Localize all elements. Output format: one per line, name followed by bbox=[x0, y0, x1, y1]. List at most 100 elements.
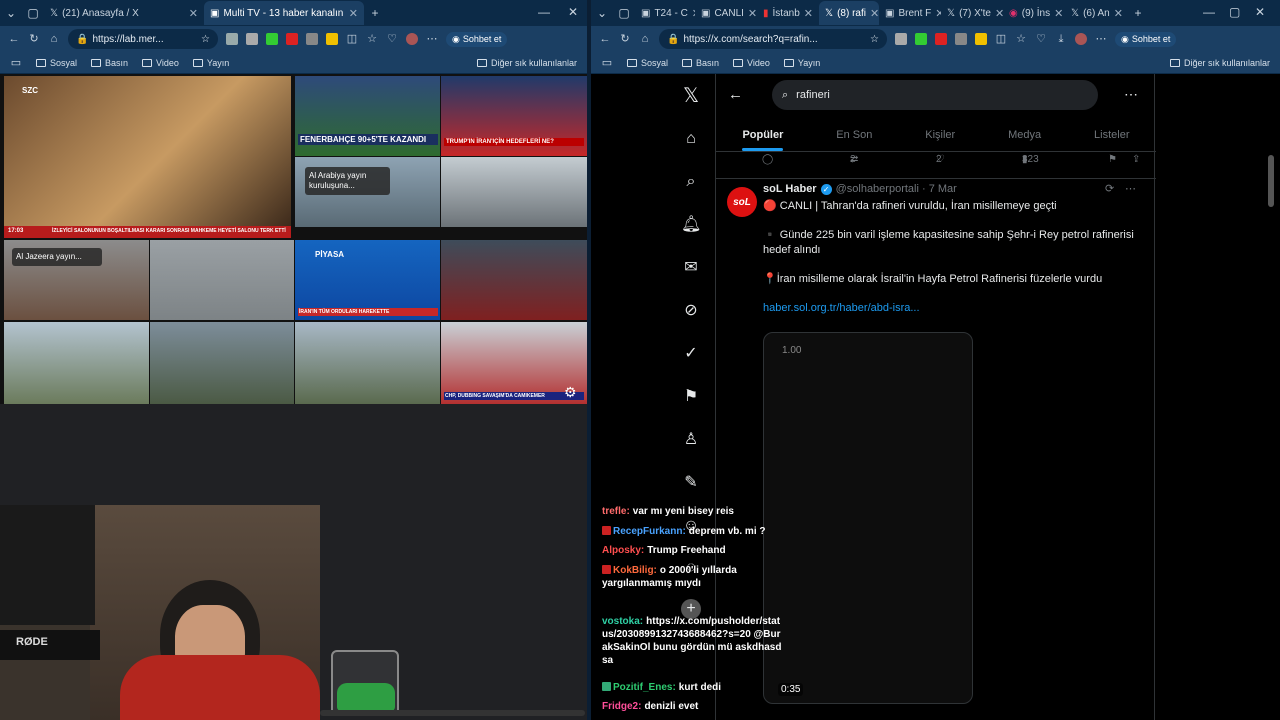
extension-icon[interactable] bbox=[306, 33, 318, 45]
more-icon[interactable]: ⋯ bbox=[426, 33, 438, 45]
tv-tile-webcams[interactable] bbox=[150, 322, 294, 404]
split-icon[interactable]: ◫ bbox=[346, 33, 358, 45]
tv-tile-trump[interactable]: TRUMP'IN İRAN'IÇİN HEDEFLERİ NE? bbox=[441, 76, 587, 156]
bookmark-folder[interactable]: Sosyal bbox=[36, 58, 77, 68]
notifications-bell-icon[interactable]: 🔔︎ bbox=[681, 215, 701, 235]
tab-right-3[interactable]: 𝕏 (8) rafi ✕ bbox=[819, 1, 879, 25]
bookmark-icon[interactable]: ⚑ bbox=[1108, 154, 1117, 165]
bookmark-folder[interactable]: Basın bbox=[682, 58, 719, 68]
extension-icon[interactable] bbox=[915, 33, 927, 45]
minimize-icon[interactable]: — bbox=[538, 5, 550, 19]
back-icon[interactable]: ← bbox=[599, 33, 611, 45]
tab-right-4[interactable]: ▣ Brent F ✕ bbox=[879, 1, 941, 25]
favorite-star-icon[interactable]: ☆ bbox=[870, 34, 879, 45]
tab-actions-icon[interactable]: ⌄ bbox=[0, 6, 22, 20]
close-tab-icon[interactable]: ✕ bbox=[189, 7, 198, 20]
more-icon[interactable]: ⋯ bbox=[1095, 33, 1107, 45]
close-tab-icon[interactable]: ✕ bbox=[804, 7, 813, 20]
favorites-icon[interactable]: ☆ bbox=[366, 33, 378, 45]
bookmark-folder[interactable]: Yayın bbox=[783, 58, 820, 68]
tv-tile-skyline[interactable] bbox=[4, 322, 149, 404]
horizontal-scrollbar[interactable] bbox=[320, 710, 585, 716]
other-bookmarks[interactable]: Diğer sık kullanılanlar bbox=[1169, 58, 1270, 68]
url-field[interactable]: 🔒 https://lab.mer... ☆ bbox=[68, 29, 218, 49]
tweet-video[interactable]: 1.00 0:35 bbox=[763, 332, 973, 704]
author-handle[interactable]: @solhaberportali · 7 Mar bbox=[836, 182, 957, 197]
collections-icon[interactable]: ♡ bbox=[1035, 33, 1047, 45]
tab-latest[interactable]: En Son bbox=[836, 129, 872, 141]
tab-right-2[interactable]: ▮ İstanb ✕ bbox=[757, 1, 819, 25]
new-tab-icon[interactable]: + bbox=[364, 6, 386, 20]
profile-avatar[interactable] bbox=[406, 33, 418, 45]
tv-tile-studio[interactable] bbox=[441, 240, 587, 320]
grok-icon[interactable]: ⟳ bbox=[1105, 182, 1114, 197]
home-icon[interactable]: ⌂ bbox=[48, 33, 60, 45]
close-tab-icon[interactable]: ✕ bbox=[349, 7, 358, 20]
extension-icon[interactable] bbox=[895, 33, 907, 45]
close-window-icon[interactable]: ✕ bbox=[568, 5, 578, 19]
tv-tile-smoke[interactable]: Al Jazeera yayın... bbox=[4, 240, 149, 320]
downloads-icon[interactable]: ⤓ bbox=[1055, 33, 1067, 45]
gear-icon[interactable]: ⚙ bbox=[564, 384, 577, 401]
close-tab-icon[interactable]: ✕ bbox=[1054, 7, 1063, 20]
search-icon[interactable]: ⌕ bbox=[681, 172, 701, 192]
grok-icon[interactable]: ⊘ bbox=[681, 301, 701, 321]
verified-icon[interactable]: ✓ bbox=[681, 344, 701, 364]
extension-icon[interactable] bbox=[246, 33, 258, 45]
workspaces-icon[interactable]: ▢ bbox=[613, 6, 635, 20]
jobs-icon[interactable]: ♙ bbox=[681, 430, 701, 450]
more-options-icon[interactable]: ⋯ bbox=[1124, 86, 1138, 103]
extension-icon[interactable] bbox=[326, 33, 338, 45]
bookmark-folder[interactable]: Video bbox=[733, 58, 770, 68]
share-icon[interactable]: ⇪ bbox=[1132, 154, 1140, 165]
more-icon[interactable]: ⋯ bbox=[1125, 182, 1136, 197]
collections-icon[interactable]: ♡ bbox=[386, 33, 398, 45]
tv-tile-haze[interactable] bbox=[150, 240, 294, 320]
reading-list-icon[interactable]: ▭ bbox=[10, 57, 22, 69]
workspaces-icon[interactable]: ▢ bbox=[22, 6, 44, 20]
other-bookmarks[interactable]: Diğer sık kullanılanlar bbox=[476, 58, 577, 68]
tv-tile-football[interactable]: FENERBAHÇE 90+5'TE KAZANDI bbox=[295, 76, 440, 156]
reply-icon[interactable]: ◯ bbox=[762, 154, 773, 165]
vertical-scrollbar[interactable] bbox=[1268, 155, 1274, 207]
home-icon[interactable]: ⌂ bbox=[639, 33, 651, 45]
copilot-button[interactable]: ◉ Sohbet et bbox=[1115, 31, 1177, 47]
split-icon[interactable]: ◫ bbox=[995, 33, 1007, 45]
tab-people[interactable]: Kişiler bbox=[925, 129, 955, 141]
tab-left-1[interactable]: ▣ Multi TV - 13 haber kanalını aynı a ✕ bbox=[204, 1, 364, 25]
favorite-star-icon[interactable]: ☆ bbox=[201, 34, 210, 45]
extension-icon[interactable] bbox=[955, 33, 967, 45]
refresh-icon[interactable]: ↻ bbox=[619, 33, 631, 45]
x-search-input[interactable]: ⌕ rafineri bbox=[772, 80, 1098, 110]
tab-lists[interactable]: Listeler bbox=[1094, 129, 1129, 141]
edit-icon[interactable]: ✎ bbox=[681, 473, 701, 493]
back-icon[interactable]: ← bbox=[8, 33, 20, 45]
back-arrow-icon[interactable]: ← bbox=[728, 86, 743, 103]
tab-right-5[interactable]: 𝕏 (7) X'te ✕ bbox=[941, 1, 1003, 25]
bookmark-folder[interactable]: Sosyal bbox=[627, 58, 668, 68]
tab-popular[interactable]: Popüler bbox=[742, 129, 783, 151]
bookmark-folder[interactable]: Basın bbox=[91, 58, 128, 68]
tv-tile-city-2[interactable] bbox=[441, 157, 587, 227]
messages-envelope-icon[interactable]: ✉ bbox=[681, 258, 701, 278]
tv-tile-city-1[interactable]: Al Arabiya yayın kuruluşuna... bbox=[295, 157, 440, 227]
tv-tile-market[interactable]: PİYASA İRAN'IN TÜM ORDULARI HAREKETTE bbox=[295, 240, 440, 320]
tweet-avatar[interactable]: soL bbox=[727, 187, 757, 217]
close-tab-icon[interactable]: ✕ bbox=[870, 7, 879, 20]
tab-right-6[interactable]: ◉ (9) İns ✕ bbox=[1003, 1, 1065, 25]
close-tab-icon[interactable]: ✕ bbox=[748, 7, 757, 20]
tweet-link[interactable]: haber.sol.org.tr/haber/abd-isra... bbox=[763, 301, 920, 316]
bookmark-folder[interactable]: Yayın bbox=[192, 58, 229, 68]
tv-tile-mountains[interactable] bbox=[295, 322, 440, 404]
profile-avatar[interactable] bbox=[1075, 33, 1087, 45]
minimize-icon[interactable]: — bbox=[1203, 5, 1215, 19]
close-tab-icon[interactable]: ✕ bbox=[1114, 7, 1123, 20]
url-field[interactable]: 🔒 https://x.com/search?q=rafin... ☆ bbox=[659, 29, 887, 49]
close-tab-icon[interactable]: ✕ bbox=[995, 7, 1003, 20]
extension-icon[interactable] bbox=[286, 33, 298, 45]
tab-actions-icon[interactable]: ⌄ bbox=[591, 6, 613, 20]
maximize-icon[interactable]: ▢ bbox=[1229, 5, 1240, 19]
author-name[interactable]: soL Haber bbox=[763, 182, 817, 197]
x-logo-icon[interactable]: 𝕏 bbox=[681, 86, 701, 106]
copilot-button[interactable]: ◉ Sohbet et bbox=[446, 31, 508, 47]
